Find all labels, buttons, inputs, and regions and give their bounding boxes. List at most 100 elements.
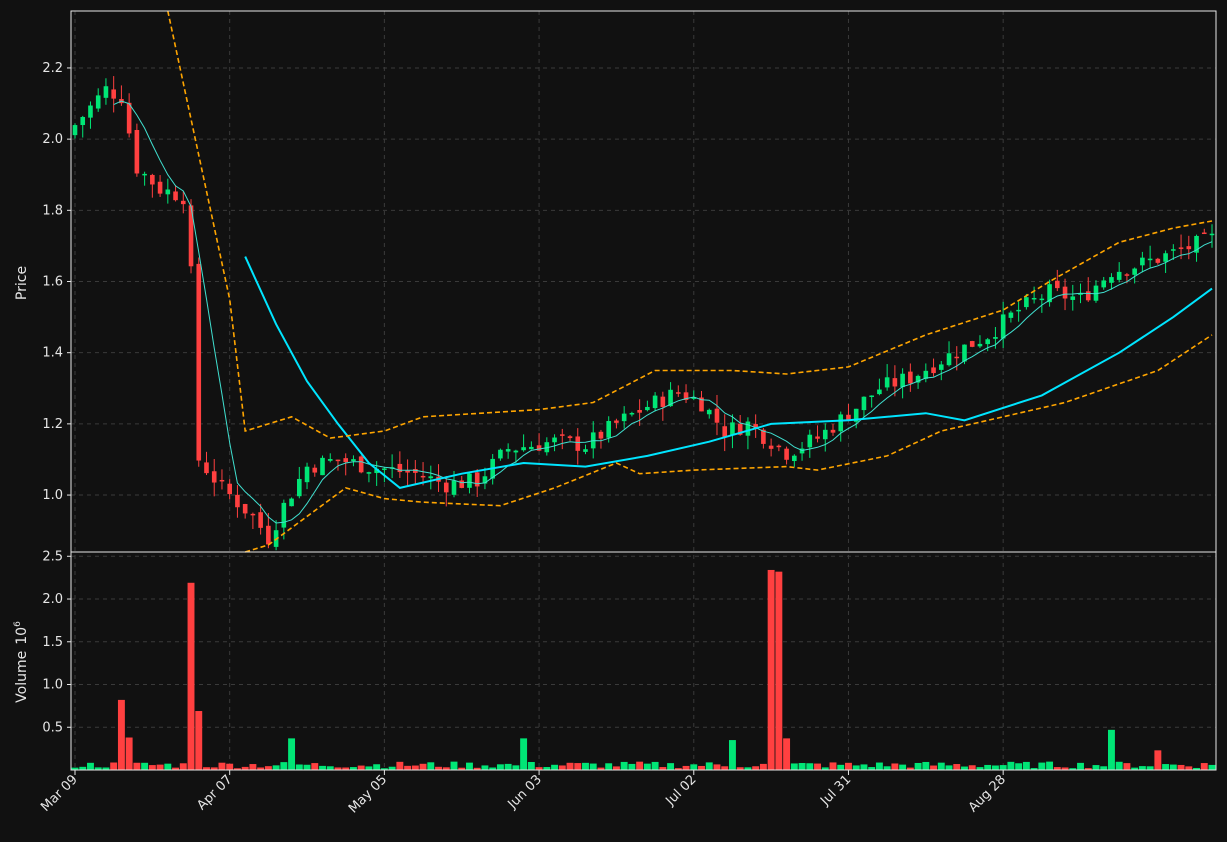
volume-bar [698, 765, 705, 770]
volume-bar [968, 765, 976, 770]
candle-body [869, 395, 874, 398]
volume-bar [1022, 761, 1030, 770]
volume-bar [682, 765, 690, 770]
candle-body [1132, 268, 1137, 275]
candle-body [80, 117, 86, 126]
candle-body [575, 436, 581, 451]
candle-body [722, 426, 728, 437]
candle-body [792, 455, 797, 462]
candle-body [227, 483, 232, 495]
candle-body [768, 445, 774, 449]
volume-bar [1100, 766, 1108, 770]
volume-tick-label: 1.0 [42, 678, 63, 693]
candle-body [165, 189, 171, 195]
candle-body [242, 503, 248, 514]
volume-bar [419, 763, 427, 770]
volume-bar [311, 763, 319, 770]
volume-bar [620, 761, 628, 770]
candle-body [451, 480, 457, 495]
volume-bar [705, 762, 713, 770]
volume-bar [721, 766, 729, 770]
candle-body [1116, 271, 1122, 280]
volume-bar [365, 766, 373, 770]
candle-body [629, 413, 635, 415]
candle-body [1155, 258, 1161, 263]
volume-bar [148, 765, 156, 770]
candle-body [985, 339, 990, 345]
candle-body [552, 437, 557, 443]
candle-body [304, 466, 310, 483]
candle-body [397, 463, 403, 473]
candle-body [1070, 296, 1076, 300]
candle-body [1186, 246, 1192, 250]
candle-body [1031, 297, 1037, 300]
candle-body [134, 129, 140, 174]
candle-body [428, 476, 434, 479]
volume-bar [87, 762, 94, 770]
volume-bar [520, 738, 528, 770]
volume-bar [295, 764, 303, 770]
volume-bar [713, 764, 721, 770]
volume-bar [326, 766, 334, 770]
volume-bar [961, 766, 968, 770]
volume-bar [999, 765, 1007, 770]
volume-bar [303, 764, 311, 770]
volume-bar [1038, 762, 1046, 770]
candle-body [443, 482, 449, 493]
volume-bar [187, 582, 195, 770]
candle-body [884, 377, 890, 388]
volume-bar [558, 765, 566, 770]
volume-bar [1146, 766, 1154, 770]
candle-body [72, 125, 78, 136]
candle-body [652, 395, 658, 409]
candle-body [745, 421, 751, 436]
volume-bar [481, 765, 489, 770]
candle-body [946, 353, 952, 366]
candle-body [1178, 247, 1184, 249]
candle-body [536, 445, 542, 451]
volume-bar [937, 762, 945, 770]
candle-body [861, 396, 867, 411]
volume-tick-label: 2.0 [42, 592, 63, 607]
candle-body [977, 343, 983, 347]
volume-bar [226, 763, 234, 770]
price-tick-label: 1.8 [42, 203, 63, 218]
candle-body [235, 494, 240, 508]
candle-body [1124, 274, 1130, 276]
volume-bar [218, 762, 226, 770]
volume-bar [133, 762, 141, 770]
candle-body [1016, 309, 1021, 312]
volume-bar [357, 765, 365, 770]
candle-body [1008, 312, 1014, 318]
candle-body [351, 459, 356, 462]
volume-bar [527, 761, 535, 770]
volume-bar [984, 764, 992, 770]
volume-bar [373, 764, 381, 770]
volume-bar [922, 761, 930, 770]
volume-bar [883, 766, 891, 770]
volume-tick-label: 1.5 [42, 635, 63, 650]
volume-bar [195, 711, 203, 770]
candle-body [1209, 233, 1215, 236]
candle-body [1000, 314, 1006, 339]
volume-bar [110, 762, 118, 770]
candle-body [358, 456, 364, 473]
volume-bar [829, 762, 837, 770]
candle-body [320, 457, 325, 476]
volume-bar [628, 763, 636, 770]
candle-body [962, 344, 967, 362]
volume-bar [1138, 766, 1146, 770]
candle-body [382, 468, 387, 470]
candle-body [559, 434, 565, 436]
candle-body [196, 263, 202, 461]
volume-bar [1169, 764, 1177, 770]
volume-bar [991, 765, 999, 770]
volume-bar [891, 763, 899, 770]
candle-body [111, 89, 116, 99]
volume-bar [1015, 763, 1023, 770]
volume-bar [759, 763, 767, 770]
candle-body [993, 337, 998, 339]
volume-bar [790, 763, 798, 770]
volume-bar [945, 765, 953, 770]
candle-body [420, 475, 426, 478]
